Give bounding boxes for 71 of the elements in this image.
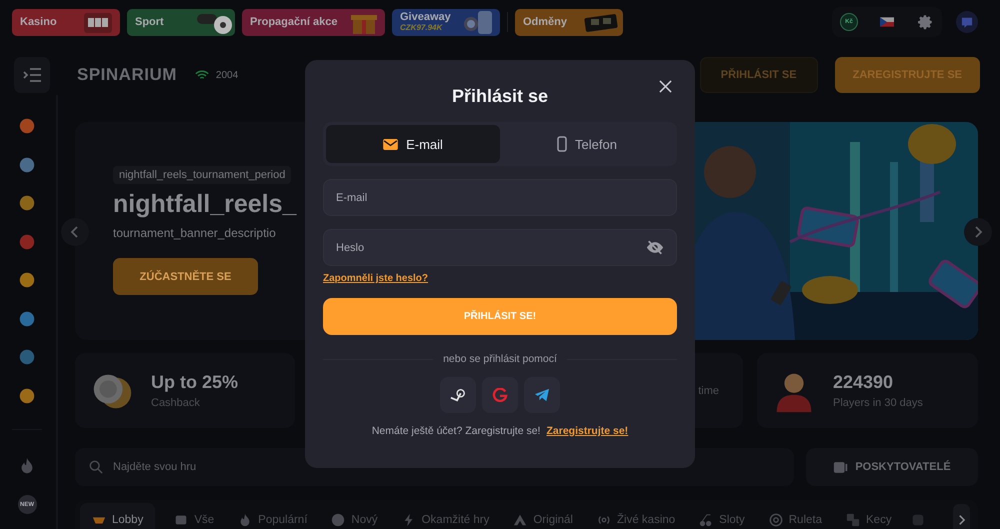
- envelope-icon: [383, 138, 398, 150]
- chevron-right-icon: [956, 514, 966, 526]
- telegram-icon: [534, 388, 550, 402]
- category-icon: [699, 513, 714, 527]
- category-tab[interactable]: Sloty: [694, 503, 750, 529]
- provider-icon: [833, 460, 850, 474]
- category-icon[interactable]: [18, 386, 36, 404]
- promo-tab[interactable]: Odměny: [515, 8, 623, 36]
- settings-icon[interactable]: [916, 13, 934, 31]
- menu-button[interactable]: [14, 57, 50, 93]
- category-icon[interactable]: [18, 194, 36, 212]
- wifi-icon: [194, 70, 209, 80]
- providers-button[interactable]: POSKYTOVATELÉ: [806, 448, 978, 486]
- method-tab[interactable]: Telefon: [500, 125, 674, 163]
- input-field[interactable]: E-mail: [323, 179, 677, 216]
- category-icon[interactable]: [18, 271, 36, 289]
- dialog-title: Přihlásit se: [452, 86, 548, 106]
- promo-tab[interactable]: Kasino: [12, 8, 120, 36]
- eye-off-icon[interactable]: [646, 240, 664, 255]
- category-icon: [174, 513, 188, 527]
- submit-button[interactable]: PŘIHLÁSIT SE!: [323, 298, 677, 335]
- menu-icon: [23, 68, 41, 82]
- signup-link[interactable]: Zaregistrujte se!: [546, 425, 628, 437]
- category-icon[interactable]: [18, 310, 36, 328]
- method-tab[interactable]: E-mail: [326, 125, 500, 163]
- category-tab[interactable]: Živé kasino: [592, 503, 680, 529]
- input-field[interactable]: Heslo: [323, 229, 677, 266]
- google-icon: [492, 388, 508, 402]
- category-tab[interactable]: Originál: [508, 503, 578, 529]
- category-tab[interactable]: Lobby: [80, 503, 156, 529]
- signup-prompt: Nemáte ještě účet? Zaregistrujte se!: [372, 425, 540, 437]
- next-button[interactable]: [952, 504, 970, 529]
- help-icon[interactable]: [956, 11, 978, 33]
- category-icon[interactable]: [18, 156, 36, 174]
- close-icon[interactable]: [659, 80, 672, 93]
- category-icon: [238, 513, 252, 527]
- logo[interactable]: SPINARIUM: [77, 65, 177, 85]
- category-icon: [768, 513, 783, 527]
- stat-value: 224390: [833, 372, 894, 393]
- category-tab[interactable]: Populární: [233, 503, 312, 529]
- stat-label: time: [698, 384, 719, 396]
- divider-text: nebo se přihlásit pomocí: [443, 353, 557, 365]
- telegram-button[interactable]: [524, 377, 560, 413]
- category-tab[interactable]: Okamžité hry: [396, 503, 494, 529]
- promo-tab[interactable]: Propagační akce: [242, 8, 385, 36]
- category-tab[interactable]: Nový: [326, 503, 383, 529]
- banner-title: nightfall_reels_: [113, 190, 296, 219]
- login-button[interactable]: PŘIHLÁSIT SE: [700, 57, 818, 93]
- category-icon: [513, 513, 528, 527]
- promo-tab[interactable]: Giveaway CZK97.94K: [392, 8, 500, 36]
- category-tab[interactable]: Kecy: [841, 503, 897, 529]
- forgot-password-link[interactable]: Zapomněli jste heslo?: [323, 273, 428, 284]
- join-button[interactable]: ZÚČASTNĚTE SE: [113, 258, 258, 295]
- category-icon: [846, 513, 860, 527]
- category-tab[interactable]: Vše: [169, 503, 220, 529]
- flag-icon[interactable]: [880, 17, 894, 27]
- promo-tab[interactable]: Sport: [127, 8, 235, 36]
- stat-label: Players in 30 days: [833, 397, 923, 409]
- online-count: 2004: [216, 70, 238, 80]
- category-icon[interactable]: [18, 348, 36, 366]
- category-icon[interactable]: [18, 117, 36, 135]
- search-icon: [89, 460, 103, 474]
- banner-tag: nightfall_reels_tournament_period: [113, 166, 292, 184]
- category-icon[interactable]: [18, 232, 36, 250]
- category-icon: [331, 513, 346, 527]
- stat-value: Up to 25%: [151, 372, 238, 393]
- banner-description: tournament_banner_descriptio: [113, 226, 276, 240]
- phone-icon: [557, 136, 568, 152]
- category-tab[interactable]: Ruleta: [764, 503, 827, 529]
- google-button[interactable]: [482, 377, 518, 413]
- stat-label: Cashback: [151, 397, 201, 409]
